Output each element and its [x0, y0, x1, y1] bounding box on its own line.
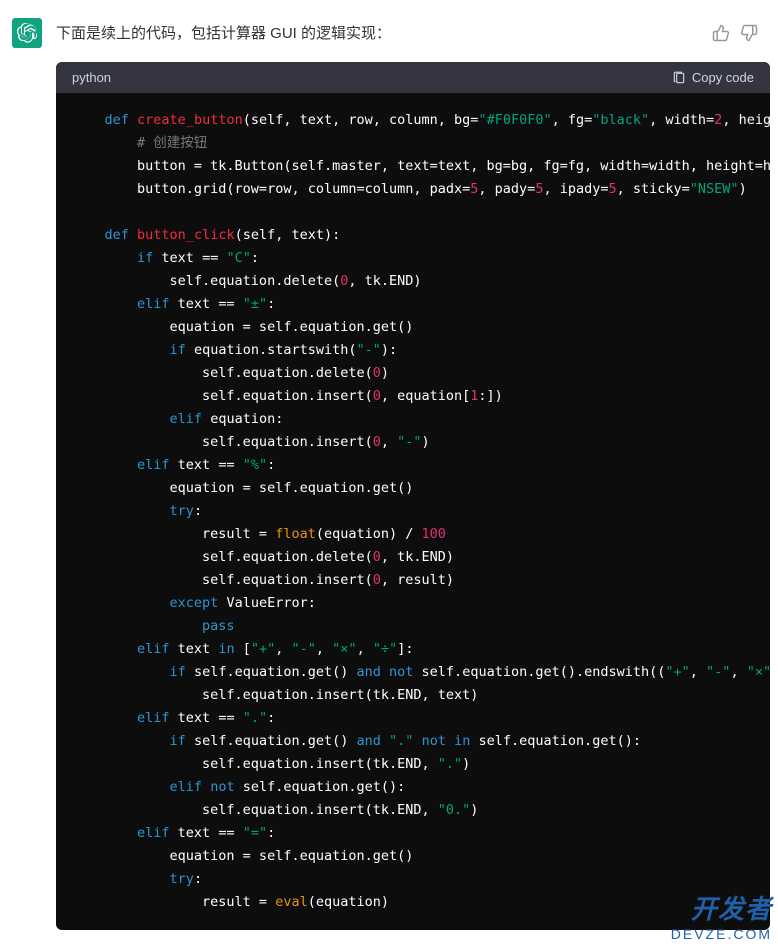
copy-code-label: Copy code [692, 70, 754, 85]
watermark-domain: DEVZE.COM [671, 926, 772, 942]
watermark-title: 开发者 [671, 889, 772, 926]
code-header: python Copy code [56, 62, 770, 93]
code-content: def create_button(self, text, row, colum… [56, 93, 770, 930]
intro-text: 下面是续上的代码，包括计算器 GUI 的逻辑实现： [56, 18, 698, 43]
thumbs-down-icon[interactable] [740, 24, 758, 42]
openai-logo-icon [17, 23, 37, 43]
copy-code-button[interactable]: Copy code [672, 70, 754, 85]
watermark: 开发者 DEVZE.COM [671, 889, 772, 942]
code-block: python Copy code def create_button(self,… [56, 62, 770, 930]
assistant-avatar [12, 18, 42, 48]
thumbs-up-icon[interactable] [712, 24, 730, 42]
language-label: python [72, 70, 111, 85]
clipboard-icon [672, 71, 686, 85]
